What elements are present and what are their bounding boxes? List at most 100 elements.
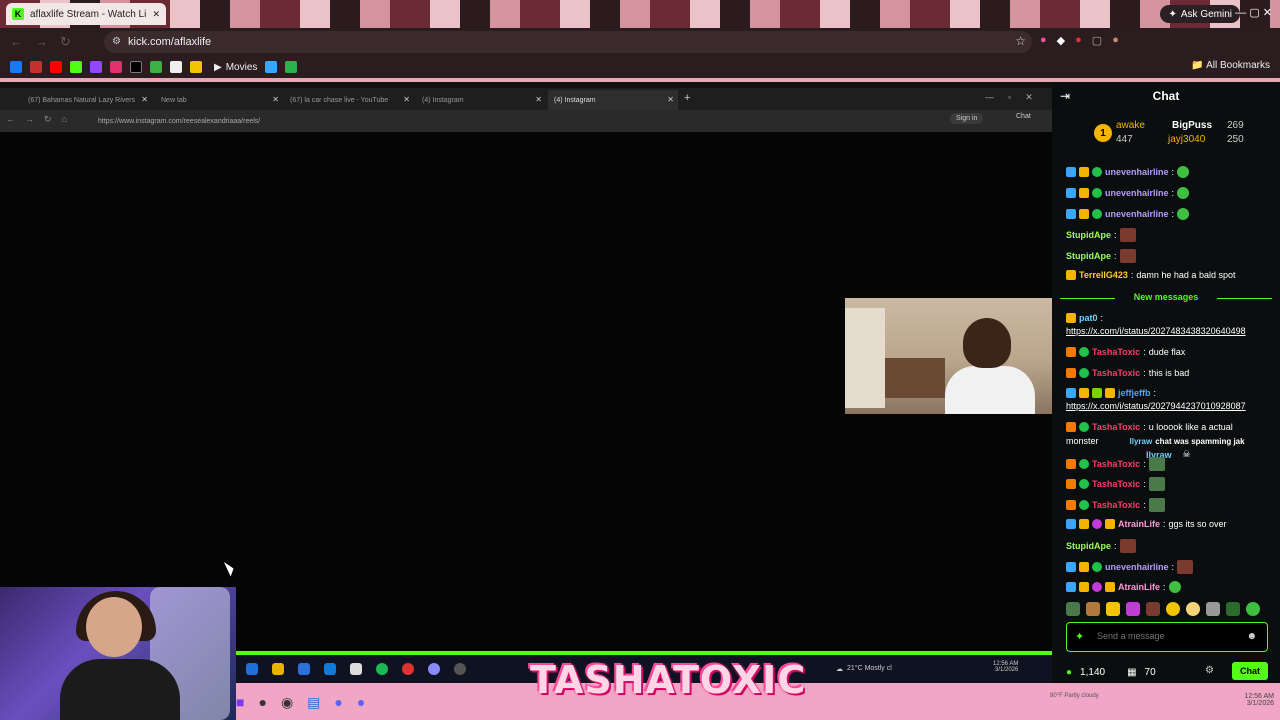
close-icon[interactable]: ✕ <box>272 95 279 104</box>
reload-icon[interactable]: ↻ <box>60 34 71 50</box>
folder-icon[interactable] <box>272 663 284 675</box>
chat-message-input[interactable] <box>1097 631 1247 641</box>
inner-chat-button[interactable]: Chat <box>1016 113 1031 120</box>
chat-username[interactable]: TashaToxic <box>1092 500 1140 510</box>
obs-icon[interactable]: ◉ <box>281 694 293 711</box>
twitch-icon[interactable] <box>90 61 102 73</box>
outer-url-field[interactable]: ⚙ kick.com/aflaxlife ☆ <box>104 31 1032 53</box>
chat-link[interactable]: https://x.com/i/status/20274834383206404… <box>1066 326 1246 336</box>
chat-username[interactable]: AtrainLife <box>1118 519 1160 529</box>
forward-icon[interactable]: → <box>25 114 34 125</box>
chat-username[interactable]: TerrellG423 <box>1079 270 1128 280</box>
spotify-icon[interactable] <box>376 663 388 675</box>
send-chat-button[interactable]: Chat <box>1232 662 1268 680</box>
close-icon[interactable]: ✕ <box>152 9 160 20</box>
chat-username[interactable]: TashaToxic <box>1092 479 1140 489</box>
gear-icon[interactable]: ⚙ <box>1205 665 1214 676</box>
discord-icon[interactable]: ● <box>357 694 365 711</box>
emote-button[interactable] <box>1106 602 1120 616</box>
chat-link[interactable]: https://x.com/i/status/20279442370109280… <box>1066 401 1246 411</box>
store-icon[interactable] <box>298 663 310 675</box>
app-icon[interactable]: ■ <box>236 694 244 711</box>
emote-button[interactable] <box>1166 602 1180 616</box>
outer-tab-kick[interactable]: K aflaxlife Stream - Watch Liv ✕ <box>6 3 166 25</box>
emoji-picker-icon[interactable]: ☻ <box>1246 631 1257 642</box>
back-icon[interactable]: ← <box>6 114 15 125</box>
leader-user[interactable]: awake <box>1116 120 1145 131</box>
bookmark-icon[interactable] <box>265 61 278 73</box>
chat-username[interactable]: StupidApe <box>1066 230 1111 240</box>
emote-button[interactable] <box>1126 602 1140 616</box>
app-icon[interactable] <box>402 663 414 675</box>
chat-link-text[interactable]: https://x.com/i/status/20274834383206404… <box>1066 326 1246 336</box>
close-icon[interactable]: ✕ <box>667 95 674 104</box>
inner-tab[interactable]: (67) la car chase live - YouTube ✕ <box>284 90 414 110</box>
edge-icon[interactable] <box>246 663 258 675</box>
inner-tab[interactable]: (67) Bahamas Natural Lazy Rivers ✕ <box>22 90 152 110</box>
facebook-icon[interactable] <box>10 61 22 73</box>
extension-icon[interactable]: ▢ <box>1092 34 1102 47</box>
chat-username[interactable]: unevenhairline <box>1105 167 1169 177</box>
back-icon[interactable]: ← <box>10 34 23 50</box>
bookmark-icon[interactable] <box>150 61 162 73</box>
discord-icon[interactable]: ● <box>334 694 342 711</box>
chat-username[interactable]: TashaToxic <box>1092 347 1140 357</box>
inner-tab-active[interactable]: (4) Instagram ✕ <box>548 90 678 110</box>
forward-icon[interactable]: → <box>35 34 48 50</box>
app-icon[interactable]: ▤ <box>307 694 320 711</box>
chat-username[interactable]: TashaToxic <box>1092 459 1140 469</box>
inner-tab[interactable]: (4) Instagram ✕ <box>416 90 546 110</box>
window-controls[interactable]: — ▢ ✕ <box>1235 6 1272 19</box>
notepad-icon[interactable] <box>350 663 362 675</box>
instagram-icon[interactable] <box>110 61 122 73</box>
leader-user[interactable]: BigPuss <box>1172 120 1212 131</box>
chat-username[interactable]: AtrainLife <box>1118 582 1160 592</box>
new-tab-icon[interactable]: + <box>684 92 690 104</box>
inner-tab[interactable]: New tab ✕ <box>155 90 283 110</box>
inner-url-field[interactable]: https://www.instagram.com/reesealexandri… <box>82 113 882 129</box>
sign-in-button[interactable]: Sign in <box>950 113 984 124</box>
app-icon[interactable] <box>428 663 440 675</box>
home-icon[interactable]: ⌂ <box>62 114 67 125</box>
emote-button[interactable] <box>1066 602 1080 616</box>
emote-button[interactable] <box>1226 602 1240 616</box>
chat-username[interactable]: unevenhairline <box>1105 562 1169 572</box>
bookmark-icon[interactable] <box>30 61 42 73</box>
bookmark-movies[interactable]: ▶ Movies <box>214 62 257 73</box>
app-icon[interactable]: ● <box>258 694 266 711</box>
chat-username[interactable]: unevenhairline <box>1105 209 1169 219</box>
mail-icon[interactable] <box>324 663 336 675</box>
app-icon[interactable] <box>454 663 466 675</box>
reload-icon[interactable]: ↻ <box>44 114 52 125</box>
youtube-icon[interactable] <box>50 61 62 73</box>
chat-username[interactable]: StupidApe <box>1066 251 1111 261</box>
emote-button[interactable] <box>1186 602 1200 616</box>
chat-username[interactable]: pat0 <box>1079 313 1098 323</box>
extension-icon[interactable]: ● <box>1075 34 1082 47</box>
bookmark-icon[interactable] <box>190 61 202 73</box>
inner-window-controls[interactable]: — ▫ ✕ <box>985 92 1033 103</box>
leader-user[interactable]: jayj3040 <box>1168 134 1205 145</box>
gift-icon[interactable]: ▦ <box>1127 667 1136 678</box>
ask-gemini-button[interactable]: ✦ Ask Gemini <box>1160 5 1240 23</box>
emote-button[interactable] <box>1146 602 1160 616</box>
new-messages-divider[interactable]: New messages <box>1060 292 1272 302</box>
chat-link-text[interactable]: https://x.com/i/status/20279442370109280… <box>1066 401 1246 411</box>
close-icon[interactable]: ✕ <box>141 95 148 104</box>
chat-username[interactable]: unevenhairline <box>1105 188 1169 198</box>
close-icon[interactable]: ✕ <box>535 95 542 104</box>
close-icon[interactable]: ✕ <box>403 95 410 104</box>
emote-button[interactable] <box>1086 602 1100 616</box>
bookmark-star-icon[interactable]: ☆ <box>1015 34 1026 48</box>
all-bookmarks[interactable]: 📁 All Bookmarks <box>1191 60 1270 71</box>
extension-icon[interactable]: ◆ <box>1057 34 1065 47</box>
extension-icon[interactable]: ● <box>1040 34 1047 47</box>
chat-username[interactable]: TashaToxic <box>1092 368 1140 378</box>
site-info-icon[interactable]: ⚙ <box>112 36 121 47</box>
profile-avatar[interactable]: ● <box>1112 34 1119 47</box>
bookmark-icon[interactable] <box>285 61 298 73</box>
emote-button[interactable] <box>1206 602 1220 616</box>
chat-username[interactable]: jeffjeffb <box>1118 388 1151 398</box>
chat-username[interactable]: llyraw <box>1130 437 1153 446</box>
bookmark-icon[interactable] <box>170 61 182 73</box>
